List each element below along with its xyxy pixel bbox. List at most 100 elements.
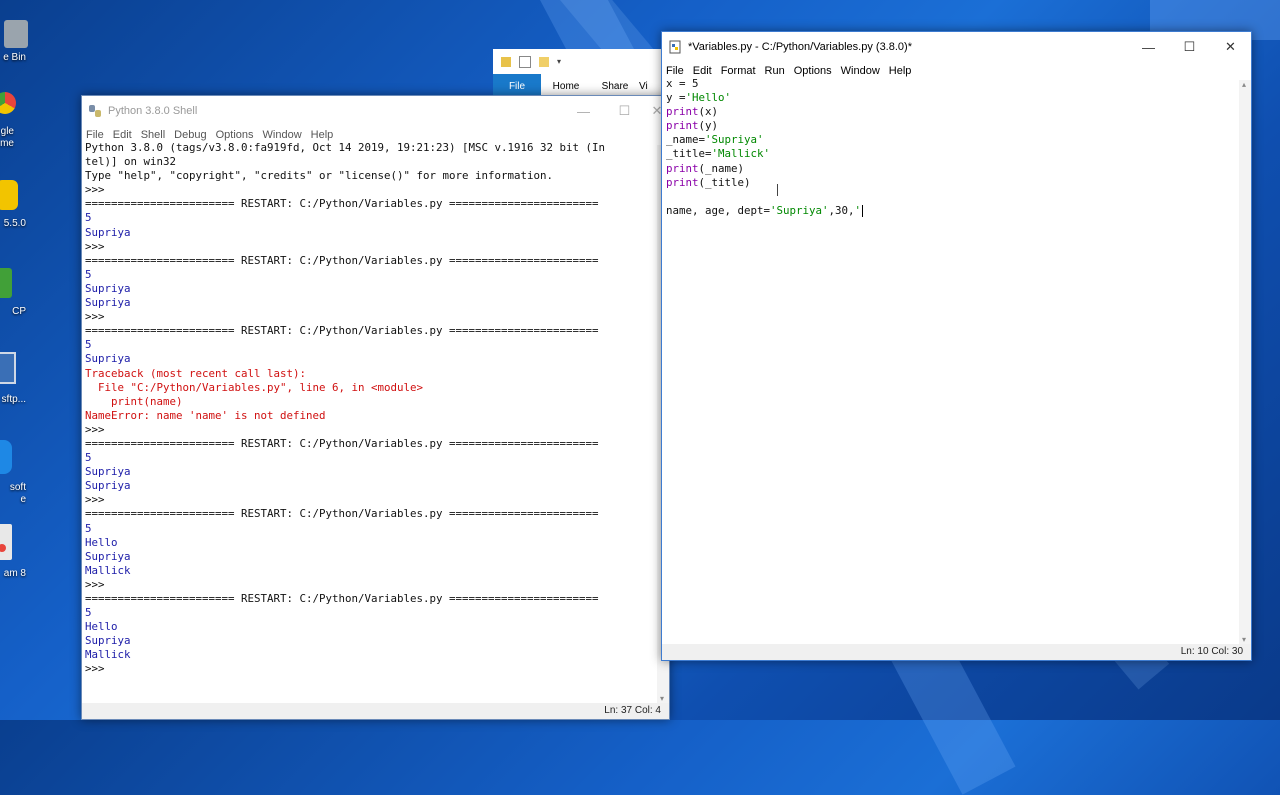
- desktop-icon-sftp[interactable]: sftp...: [0, 352, 26, 406]
- menu-options[interactable]: Options: [216, 129, 254, 141]
- editor-window[interactable]: *Variables.py - C:/Python/Variables.py (…: [661, 31, 1252, 661]
- shell-line: ======================= RESTART: C:/Pyth…: [85, 507, 599, 521]
- shell-line: Supriya: [85, 296, 131, 310]
- shell-line: >>>: [85, 183, 112, 197]
- shell-line: Python 3.8.0 (tags/v3.8.0:fa919fd, Oct 1…: [85, 141, 606, 154]
- shell-line: >>>: [85, 422, 112, 436]
- shell-line: Supriya: [85, 479, 131, 493]
- code-line: _name='Supriya': [666, 133, 1236, 147]
- shell-line: tel)] on win32: [85, 155, 177, 169]
- code-token: _title=: [666, 147, 712, 161]
- tab-home[interactable]: Home: [541, 81, 591, 92]
- desktop-icon-app[interactable]: 5.5.0: [0, 180, 26, 230]
- app-icon: [0, 268, 12, 298]
- code-token: (x): [698, 105, 719, 119]
- code-token: print: [666, 161, 699, 175]
- code-token: name, age, dept=: [666, 203, 771, 217]
- close-button[interactable]: ✕: [1210, 32, 1251, 62]
- app-icon: [0, 524, 12, 560]
- code-token: (y): [698, 119, 719, 133]
- tab-share[interactable]: Share: [591, 81, 639, 92]
- new-folder-icon: [539, 56, 549, 67]
- desktop-icon-chrome[interactable]: gle me: [0, 92, 16, 150]
- dropdown-icon[interactable]: ▾: [557, 57, 561, 66]
- minimize-button[interactable]: —: [563, 96, 604, 126]
- python-shell-window[interactable]: Python 3.8.0 Shell — ☐ ✕ File Edit Shell De…: [81, 95, 670, 720]
- shell-line: ======================= RESTART: C:/Pyth…: [85, 197, 599, 211]
- vertical-scrollbar[interactable]: ▴ ▾: [1239, 80, 1251, 644]
- code-token: 'Supriya': [770, 203, 829, 217]
- shell-line: File "C:/Python/Variables.py", line 6, i…: [85, 380, 424, 394]
- desktop-icon-label: gle me: [0, 126, 14, 149]
- code-token: print: [666, 119, 699, 133]
- shell-line: NameError: name 'name' is not defined: [85, 408, 326, 422]
- desktop-icon-cp[interactable]: CP: [0, 268, 26, 318]
- maximize-button[interactable]: ☐: [1169, 32, 1210, 62]
- desktop-icon-app2[interactable]: am 8: [0, 524, 26, 580]
- menu-file[interactable]: File: [666, 65, 684, 77]
- menu-help[interactable]: Help: [311, 129, 334, 141]
- code-token: (_name): [698, 161, 745, 175]
- properties-icon: [519, 55, 531, 68]
- tab-view[interactable]: Vi: [639, 81, 659, 92]
- menu-edit[interactable]: Edit: [693, 65, 712, 77]
- code-line: _title='Mallick': [666, 147, 1236, 161]
- shell-line: Supriya: [85, 225, 131, 239]
- shell-line: Hello: [85, 535, 118, 549]
- shell-output[interactable]: Python 3.8.0 (tags/v3.8.0:fa919fd, Oct 1…: [85, 141, 655, 701]
- shell-line: Supriya: [85, 465, 131, 479]
- code-editor[interactable]: x = 5y ='Hello' print(x) print(y) _name='Su…: [666, 77, 1236, 637]
- shell-line: >>>: [85, 310, 112, 324]
- shell-line: Type "help", "copyright", "credits" or "…: [85, 169, 554, 183]
- menu-file[interactable]: File: [86, 129, 104, 141]
- file-explorer-window[interactable]: ▾ File Home Share Vi: [493, 49, 673, 99]
- desktop-icon-label: sftp...: [1, 394, 26, 405]
- shell-line: ======================= RESTART: C:/Pyth…: [85, 324, 599, 338]
- status-bar: Ln: 37 Col: 4: [82, 703, 669, 719]
- recycle-bin-icon: [4, 20, 28, 48]
- shell-line: Mallick: [85, 648, 131, 662]
- desktop-icon-edge[interactable]: soft e: [0, 440, 26, 506]
- shell-line: Hello: [85, 620, 118, 634]
- caret: [862, 204, 864, 217]
- shell-line: print(name): [85, 394, 183, 408]
- folder-icon: [501, 56, 511, 67]
- python-icon: [89, 105, 101, 117]
- shell-titlebar[interactable]: Python 3.8.0 Shell — ☐ ✕: [82, 96, 669, 126]
- code-line: print(_title): [666, 176, 1236, 190]
- menu-help[interactable]: Help: [889, 65, 912, 77]
- menu-window[interactable]: Window: [841, 65, 880, 77]
- menu-debug[interactable]: Debug: [174, 129, 206, 141]
- code-token: 'Hello': [685, 91, 732, 105]
- shell-line: 5: [85, 338, 92, 352]
- shell-line: Supriya: [85, 281, 131, 295]
- shell-line: 5: [85, 267, 92, 281]
- code-token: x = 5: [666, 77, 699, 90]
- shell-line: >>>: [85, 577, 112, 591]
- edge-icon: [0, 440, 12, 474]
- desktop-icon-label: 5.5.0: [3, 218, 26, 229]
- desktop-icon-label: soft e: [9, 482, 26, 505]
- window-title: *Variables.py - C:/Python/Variables.py (…: [688, 41, 912, 53]
- minimize-button[interactable]: —: [1128, 32, 1169, 62]
- desktop-icon-recycle-bin[interactable]: e Bin: [0, 20, 28, 64]
- code-token: y =: [666, 91, 686, 105]
- cursor-position: Ln: 10 Col: 30: [1180, 646, 1243, 657]
- shell-line: 5: [85, 451, 92, 465]
- shell-line: >>>: [85, 662, 112, 676]
- menu-run[interactable]: Run: [765, 65, 785, 77]
- shell-line: 5: [85, 606, 92, 620]
- code-line: name, age, dept='Supriya',30,': [666, 204, 1236, 218]
- menu-options[interactable]: Options: [794, 65, 832, 77]
- menu-shell[interactable]: Shell: [141, 129, 165, 141]
- shell-line: ======================= RESTART: C:/Pyth…: [85, 436, 599, 450]
- code-token: (_title): [698, 175, 751, 189]
- editor-titlebar[interactable]: *Variables.py - C:/Python/Variables.py (…: [662, 32, 1251, 62]
- chrome-icon: [0, 92, 16, 114]
- menu-edit[interactable]: Edit: [113, 129, 132, 141]
- menu-window[interactable]: Window: [263, 129, 302, 141]
- maximize-button[interactable]: ☐: [604, 96, 645, 126]
- shell-line: ======================= RESTART: C:/Pyth…: [85, 592, 599, 605]
- code-token: print: [666, 105, 699, 119]
- menu-format[interactable]: Format: [721, 65, 756, 77]
